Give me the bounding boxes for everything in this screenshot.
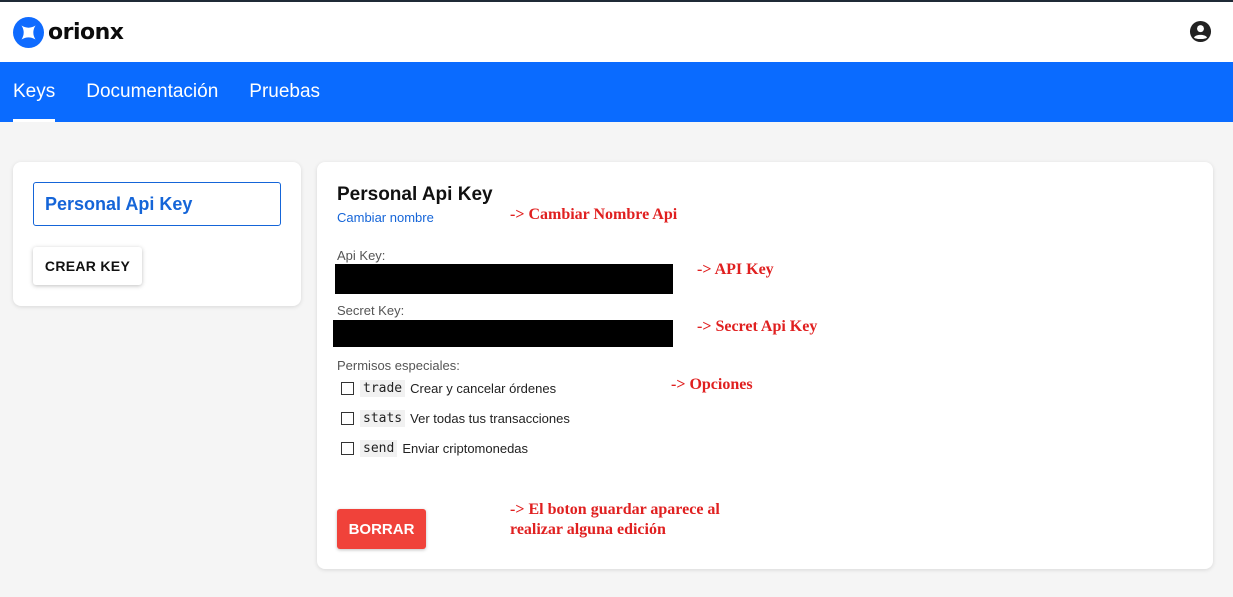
api-key-value-redacted — [335, 264, 673, 294]
api-key-label: Api Key: — [337, 248, 386, 263]
permission-stats-checkbox[interactable] — [341, 412, 354, 425]
orionx-star-logo-icon — [13, 16, 44, 48]
permission-trade-description: Crear y cancelar órdenes — [410, 381, 557, 396]
keys-list-card: Personal Api Key CREAR KEY — [13, 162, 301, 306]
annotation-secret-key: -> Secret Api Key — [697, 318, 818, 335]
permission-send-checkbox[interactable] — [341, 442, 354, 455]
tab-documentacion[interactable]: Documentación — [86, 62, 218, 122]
permission-row-stats: stats Ver todas tus transacciones — [341, 410, 570, 427]
brand-logo[interactable]: orionx — [13, 16, 124, 48]
main-nav: Keys Documentación Pruebas — [0, 62, 1233, 122]
tab-pruebas[interactable]: Pruebas — [249, 62, 320, 122]
delete-key-button[interactable]: BORRAR — [337, 509, 426, 549]
create-key-button[interactable]: CREAR KEY — [33, 247, 142, 285]
secret-key-value-redacted — [333, 320, 673, 347]
app-header: orionx — [0, 2, 1233, 62]
account-circle-icon[interactable] — [1189, 20, 1212, 43]
permission-stats-code: stats — [360, 410, 406, 427]
permissions-label: Permisos especiales: — [337, 358, 460, 373]
annotation-save-line-1: -> El boton guardar aparece al — [510, 501, 720, 518]
tab-keys-label: Keys — [13, 81, 56, 102]
key-list-item-label: Personal Api Key — [45, 193, 193, 214]
tab-pruebas-label: Pruebas — [249, 81, 321, 102]
permission-trade-code: trade — [360, 380, 406, 397]
permission-stats-description: Ver todas tus transacciones — [410, 411, 570, 426]
permission-trade-checkbox[interactable] — [341, 382, 354, 395]
key-detail-card: Personal Api Key Cambiar nombre Api Key:… — [317, 162, 1213, 569]
brand-name: orionx — [48, 19, 124, 45]
tab-keys[interactable]: Keys — [13, 62, 56, 122]
permission-row-send: send Enviar criptomonedas — [341, 440, 528, 457]
annotation-api-key: -> API Key — [697, 261, 774, 278]
secret-key-label: Secret Key: — [337, 303, 405, 318]
key-list-item[interactable]: Personal Api Key — [33, 182, 281, 226]
key-detail-title: Personal Api Key — [337, 184, 493, 205]
annotation-options: -> Opciones — [671, 376, 753, 393]
permission-send-description: Enviar criptomonedas — [402, 441, 529, 456]
rename-key-link[interactable]: Cambiar nombre — [337, 210, 434, 225]
permission-send-code: send — [360, 440, 398, 457]
annotation-save-line-2: realizar alguna edición — [510, 521, 666, 538]
annotation-rename: -> Cambiar Nombre Api — [510, 206, 678, 223]
permission-row-trade: trade Crear y cancelar órdenes — [341, 380, 556, 397]
tab-documentacion-label: Documentación — [86, 81, 219, 102]
